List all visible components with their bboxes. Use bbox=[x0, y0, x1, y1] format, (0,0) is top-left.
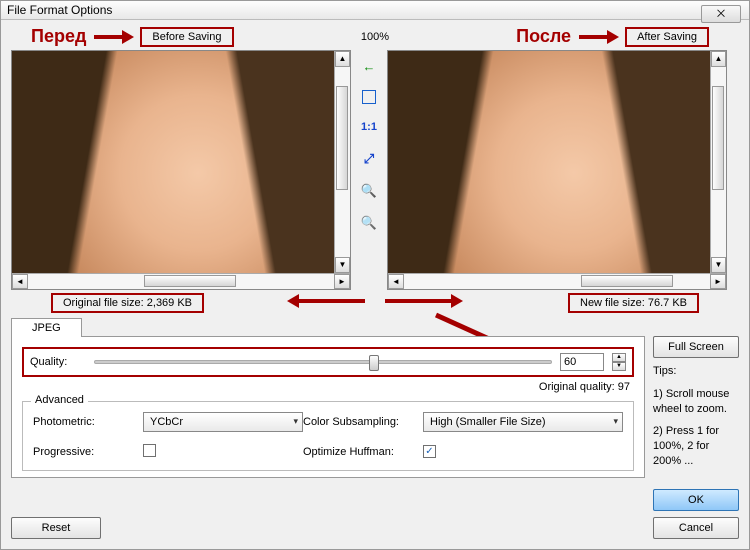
tips-header: Tips: bbox=[653, 364, 739, 379]
before-preview-pane: ▲ ▼ ◄ ► bbox=[11, 50, 351, 290]
before-vscrollbar[interactable]: ▲ ▼ bbox=[334, 51, 350, 273]
quality-input[interactable]: 60 bbox=[560, 353, 604, 371]
file-size-row: Original file size: 2,369 KB New file si… bbox=[11, 290, 739, 310]
reset-button[interactable]: Reset bbox=[11, 517, 101, 539]
preview-tools: ← 1:1 ⤢ 🔍 🔍 bbox=[357, 50, 381, 290]
one-to-one-icon[interactable]: 1:1 bbox=[359, 118, 379, 136]
zoom-out-icon[interactable]: 🔍 bbox=[359, 214, 379, 232]
arrow-left-icon bbox=[285, 296, 365, 306]
original-quality-text: Original quality: 97 bbox=[22, 377, 634, 393]
huffman-checkbox[interactable]: ✓ bbox=[423, 445, 436, 458]
preview-panes: ▲ ▼ ◄ ► ← 1:1 ⤢ 🔍 🔍 bbox=[11, 50, 739, 290]
zoom-percentage: 100% bbox=[361, 31, 389, 43]
scroll-down-icon[interactable]: ▼ bbox=[335, 257, 350, 273]
arrow-right-icon bbox=[94, 32, 134, 42]
subsampling-combo[interactable]: High (Smaller File Size) bbox=[423, 412, 623, 432]
before-saving-label: Before Saving bbox=[140, 27, 233, 47]
close-icon: ⨉ bbox=[717, 9, 725, 20]
quality-slider-thumb[interactable] bbox=[369, 355, 379, 371]
after-preview-box[interactable]: ▲ ▼ ◄ ► bbox=[387, 50, 727, 290]
scroll-left-icon[interactable]: ◄ bbox=[12, 274, 28, 289]
cancel-button[interactable]: Cancel bbox=[653, 517, 739, 539]
annotation-after: После bbox=[516, 26, 571, 47]
spinner-up-icon[interactable]: ▲ bbox=[612, 353, 626, 362]
arrow-right-icon bbox=[385, 296, 465, 306]
quality-spinner[interactable]: ▲ ▼ bbox=[612, 353, 626, 371]
file-size-arrows bbox=[285, 296, 465, 306]
preview-labels-row: Перед Before Saving 100% После After Sav… bbox=[11, 26, 739, 48]
tips-block: Tips: 1) Scroll mouse wheel to zoom. 2) … bbox=[653, 364, 739, 477]
new-file-size-label: New file size: bbox=[580, 295, 645, 311]
quality-label: Quality: bbox=[30, 356, 86, 368]
before-hscrollbar[interactable]: ◄ ► bbox=[12, 273, 350, 289]
after-vscrollbar[interactable]: ▲ ▼ bbox=[710, 51, 726, 273]
before-image[interactable] bbox=[12, 51, 350, 273]
prev-image-icon[interactable]: ← bbox=[359, 58, 379, 76]
progressive-label: Progressive: bbox=[33, 446, 143, 458]
tip-1: 1) Scroll mouse wheel to zoom. bbox=[653, 387, 739, 417]
zoom-in-icon[interactable]: 🔍 bbox=[359, 182, 379, 200]
after-hscrollbar[interactable]: ◄ ► bbox=[388, 273, 726, 289]
after-saving-label: After Saving bbox=[625, 27, 709, 47]
window-title: File Format Options bbox=[7, 3, 112, 17]
scroll-right-icon[interactable]: ► bbox=[710, 274, 726, 289]
subsampling-label: Color Subsampling: bbox=[303, 416, 423, 428]
tip-2: 2) Press 1 for 100%, 2 for 200% ... bbox=[653, 424, 739, 469]
tab-jpeg[interactable]: JPEG bbox=[11, 318, 82, 337]
after-hscroll-thumb[interactable] bbox=[581, 275, 673, 287]
quality-row: Quality: 60 ▲ ▼ bbox=[22, 347, 634, 377]
after-preview-pane: ▲ ▼ ◄ ► bbox=[387, 50, 727, 290]
file-format-options-dialog: File Format Options ⨉ Перед Before Savin… bbox=[0, 0, 750, 550]
after-image[interactable] bbox=[388, 51, 726, 273]
annotation-before: Перед bbox=[31, 26, 86, 47]
format-tabs: JPEG bbox=[11, 314, 645, 336]
options-left: JPEG Quality: 60 ▲ ▼ Original quality: 9… bbox=[11, 314, 645, 539]
photometric-combo[interactable]: YCbCr bbox=[143, 412, 303, 432]
original-file-size-value: 2,369 KB bbox=[147, 295, 192, 311]
huffman-label: Optimize Huffman: bbox=[303, 446, 423, 458]
fit-both-icon[interactable]: ⤢ bbox=[359, 150, 379, 168]
advanced-fieldset: Advanced Photometric: YCbCr Color Subsam… bbox=[22, 401, 634, 471]
progressive-checkbox[interactable] bbox=[143, 444, 156, 457]
scroll-right-icon[interactable]: ► bbox=[334, 274, 350, 289]
scroll-up-icon[interactable]: ▲ bbox=[335, 51, 350, 67]
photometric-label: Photometric: bbox=[33, 416, 143, 428]
before-vscroll-thumb[interactable] bbox=[336, 86, 348, 191]
advanced-legend: Advanced bbox=[31, 394, 88, 406]
options-area: JPEG Quality: 60 ▲ ▼ Original quality: 9… bbox=[1, 310, 749, 549]
titlebar: File Format Options ⨉ bbox=[1, 1, 749, 20]
before-preview-box[interactable]: ▲ ▼ ◄ ► bbox=[11, 50, 351, 290]
spinner-down-icon[interactable]: ▼ bbox=[612, 362, 626, 371]
scroll-down-icon[interactable]: ▼ bbox=[711, 257, 726, 273]
quality-slider[interactable] bbox=[94, 360, 552, 364]
right-column: Full Screen Tips: 1) Scroll mouse wheel … bbox=[653, 314, 739, 539]
after-vscroll-thumb[interactable] bbox=[712, 86, 724, 191]
scroll-up-icon[interactable]: ▲ bbox=[711, 51, 726, 67]
preview-area: Перед Before Saving 100% После After Sav… bbox=[1, 20, 749, 310]
ok-button[interactable]: OK bbox=[653, 489, 739, 511]
original-file-size-label: Original file size: bbox=[63, 295, 144, 311]
fullscreen-button[interactable]: Full Screen bbox=[653, 336, 739, 358]
fit-window-icon[interactable] bbox=[362, 90, 376, 104]
scroll-left-icon[interactable]: ◄ bbox=[388, 274, 404, 289]
before-hscroll-thumb[interactable] bbox=[144, 275, 236, 287]
arrow-right-icon bbox=[579, 32, 619, 42]
jpeg-options-panel: Quality: 60 ▲ ▼ Original quality: 97 Adv… bbox=[11, 336, 645, 478]
new-file-size-value: 76.7 KB bbox=[648, 295, 687, 311]
